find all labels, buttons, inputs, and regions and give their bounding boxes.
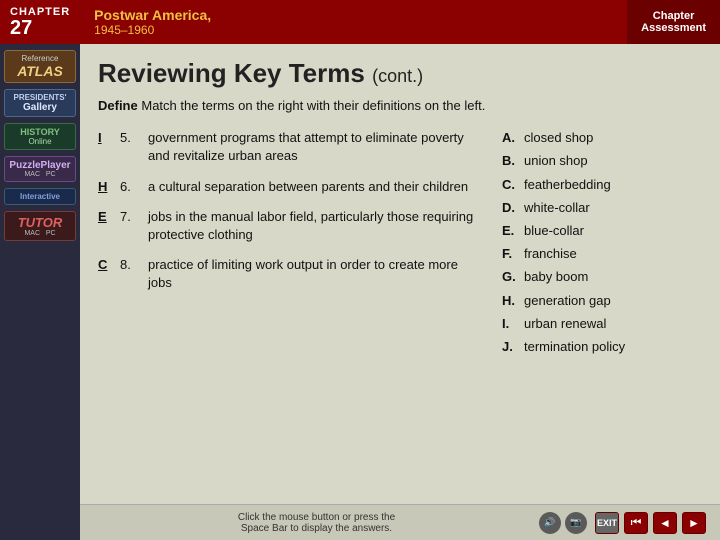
chapter-number: 27 xyxy=(10,18,70,38)
tutor-text: TUTOR xyxy=(7,215,73,230)
gallery-text: Gallery xyxy=(7,102,73,113)
a-letter-b: B. xyxy=(502,152,524,170)
nav-first-button[interactable]: ⏮ xyxy=(624,512,648,534)
tutor-mac-pc: MAC PC xyxy=(7,230,73,237)
instructions-bold: Define xyxy=(98,98,138,113)
a-text-f: franchise xyxy=(524,245,702,263)
puzzle-mac-pc: MAC PC xyxy=(7,171,73,178)
a-letter-c: C. xyxy=(502,176,524,194)
questions-column: I 5. government programs that attempt to… xyxy=(98,129,482,361)
a-text-d: white-collar xyxy=(524,199,702,217)
icon-1: 🔊 xyxy=(539,512,561,534)
a-letter-a: A. xyxy=(502,129,524,147)
a-text-i: urban renewal xyxy=(524,315,702,333)
q7-text: jobs in the manual labor field, particul… xyxy=(148,208,482,244)
answer-d: D. white-collar xyxy=(502,199,702,217)
chapter-assessment-button[interactable]: ChapterAssessment xyxy=(627,0,720,44)
icon-2: 📷 xyxy=(565,512,587,534)
a-text-e: blue-collar xyxy=(524,222,702,240)
q5-text: government programs that attempt to elim… xyxy=(148,129,482,165)
instructions: Define Match the terms on the right with… xyxy=(98,97,702,115)
book-subtitle: 1945–1960 xyxy=(94,23,627,37)
chapter-assessment-label: ChapterAssessment xyxy=(641,10,706,34)
q7-number: 7. xyxy=(120,208,148,226)
a-text-j: termination policy xyxy=(524,338,702,356)
a-letter-e: E. xyxy=(502,222,524,240)
main-layout: Reference ATLAS PRESIDENTS' Gallery HIST… xyxy=(0,44,720,540)
a-letter-f: F. xyxy=(502,245,524,263)
answers-column: A. closed shop B. union shop C. featherb… xyxy=(502,129,702,361)
answer-c: C. featherbedding xyxy=(502,176,702,194)
nav-prev-button[interactable]: ◄ xyxy=(653,512,677,534)
bottom-instruction: Click the mouse button or press the Spac… xyxy=(94,512,539,534)
q6-number: 6. xyxy=(120,178,148,196)
q5-letter: I xyxy=(98,129,118,147)
bottom-icons: 🔊 📷 xyxy=(539,512,587,534)
page-title: Reviewing Key Terms (cont.) xyxy=(98,58,702,89)
online-text: Online xyxy=(7,137,73,146)
atlas-ref-text: Reference xyxy=(7,54,73,63)
answer-e: E. blue-collar xyxy=(502,222,702,240)
answer-g: G. baby boom xyxy=(502,268,702,286)
exit-button[interactable]: EXIT xyxy=(595,512,619,534)
sidebar-item-presidents[interactable]: PRESIDENTS' Gallery xyxy=(4,89,76,117)
instructions-text: Match the terms on the right with their … xyxy=(141,98,485,113)
qa-grid: I 5. government programs that attempt to… xyxy=(98,129,702,361)
q8-letter: C xyxy=(98,256,118,274)
q7-letter: E xyxy=(98,208,118,226)
interactive-text: Interactive xyxy=(7,192,73,201)
header: CHAPTER 27 Postwar America, 1945–1960 Ch… xyxy=(0,0,720,44)
puzzle-logo: PuzzlePlayer xyxy=(7,160,73,171)
question-item-7: E 7. jobs in the manual labor field, par… xyxy=(98,208,482,244)
a-text-c: featherbedding xyxy=(524,176,702,194)
a-letter-j: J. xyxy=(502,338,524,356)
sidebar-item-tutor[interactable]: TUTOR MAC PC xyxy=(4,211,76,241)
page-cont: (cont.) xyxy=(372,66,423,86)
sidebar: Reference ATLAS PRESIDENTS' Gallery HIST… xyxy=(0,44,80,540)
question-item-8: C 8. practice of limiting work output in… xyxy=(98,256,482,292)
presidents-title: PRESIDENTS' xyxy=(7,93,73,102)
bottom-bar: Click the mouse button or press the Spac… xyxy=(80,504,720,540)
question-item-5: I 5. government programs that attempt to… xyxy=(98,129,482,165)
chapter-info: CHAPTER 27 xyxy=(0,0,80,44)
answer-a: A. closed shop xyxy=(502,129,702,147)
a-letter-i: I. xyxy=(502,315,524,333)
q5-number: 5. xyxy=(120,129,148,147)
answer-h: H. generation gap xyxy=(502,292,702,310)
nav-next-button[interactable]: ► xyxy=(682,512,706,534)
q8-text: practice of limiting work output in orde… xyxy=(148,256,482,292)
history-label: HISTORY xyxy=(7,127,73,137)
answer-f: F. franchise xyxy=(502,245,702,263)
a-letter-d: D. xyxy=(502,199,524,217)
a-letter-g: G. xyxy=(502,268,524,286)
q6-text: a cultural separation between parents an… xyxy=(148,178,482,196)
a-text-a: closed shop xyxy=(524,129,702,147)
page-title-text: Reviewing Key Terms xyxy=(98,58,365,88)
a-letter-h: H. xyxy=(502,292,524,310)
q8-number: 8. xyxy=(120,256,148,274)
answer-j: J. termination policy xyxy=(502,338,702,356)
atlas-logo: ATLAS xyxy=(7,63,73,79)
sidebar-item-interactive[interactable]: Interactive xyxy=(4,188,76,205)
answer-i: I. urban renewal xyxy=(502,315,702,333)
content-area: Reviewing Key Terms (cont.) Define Match… xyxy=(80,44,720,540)
sidebar-item-puzzle[interactable]: PuzzlePlayer MAC PC xyxy=(4,156,76,182)
sidebar-item-atlas[interactable]: Reference ATLAS xyxy=(4,50,76,83)
bottom-nav[interactable]: EXIT ⏮ ◄ ► xyxy=(595,512,706,534)
answer-b: B. union shop xyxy=(502,152,702,170)
book-info: Postwar America, 1945–1960 xyxy=(80,0,627,44)
a-text-h: generation gap xyxy=(524,292,702,310)
a-text-g: baby boom xyxy=(524,268,702,286)
question-item-6: H 6. a cultural separation between paren… xyxy=(98,178,482,196)
a-text-b: union shop xyxy=(524,152,702,170)
sidebar-item-history[interactable]: HISTORY Online xyxy=(4,123,76,150)
q6-letter: H xyxy=(98,178,118,196)
book-title: Postwar America, xyxy=(94,7,627,23)
